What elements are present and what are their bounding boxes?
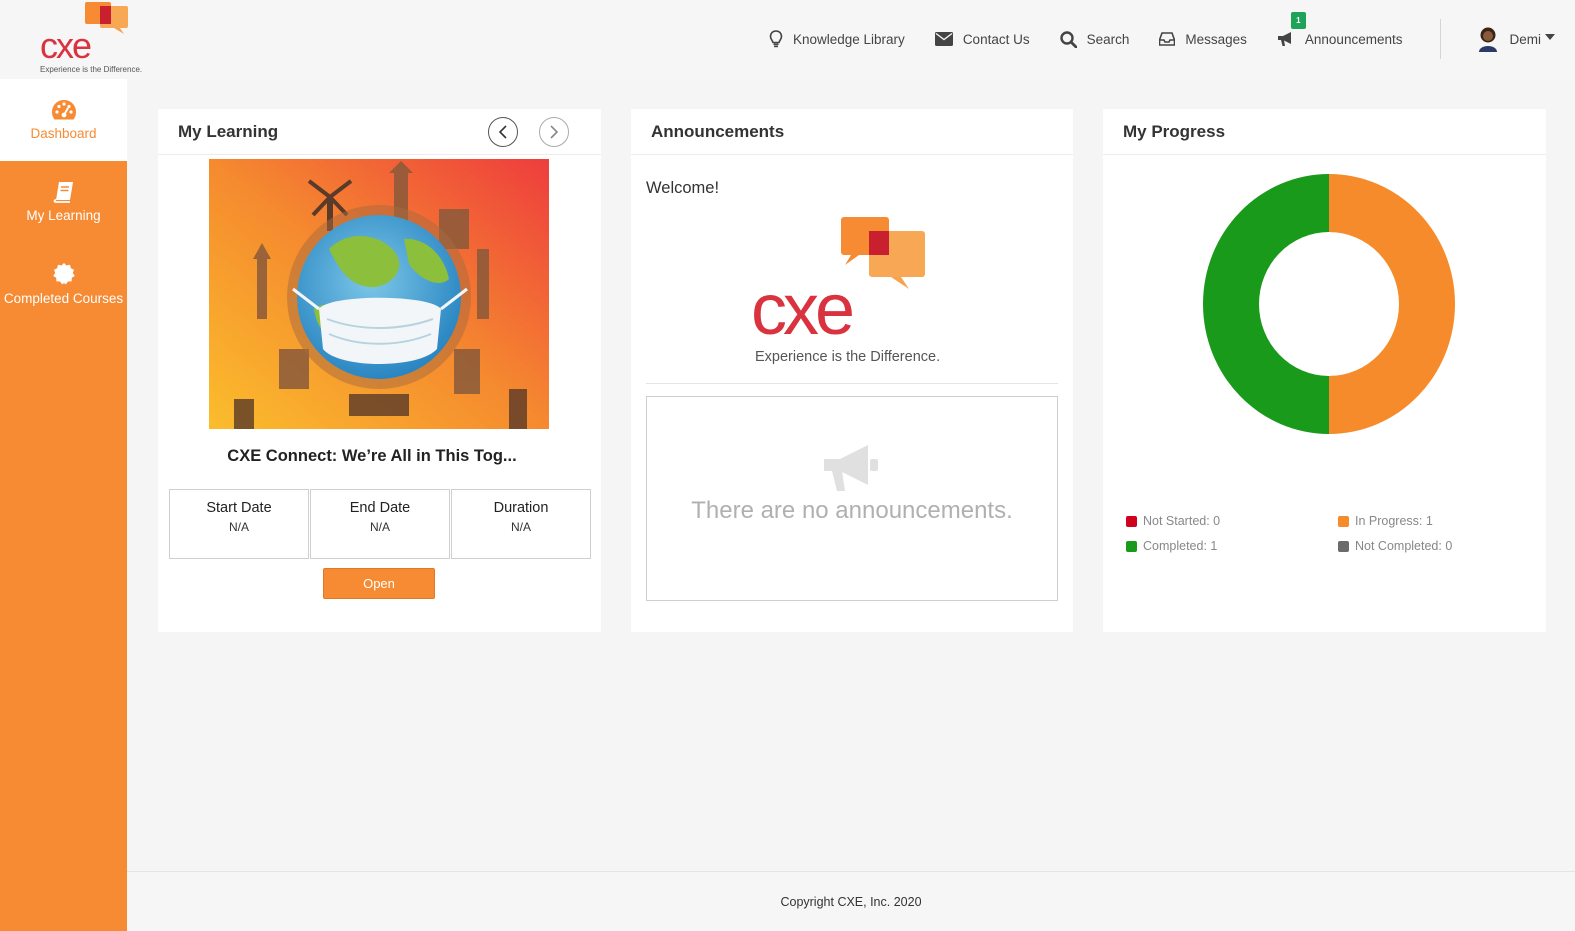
nav-announcements[interactable]: 1 Announcements xyxy=(1277,12,1403,47)
legend-swatch xyxy=(1126,515,1137,527)
nav-knowledge-library[interactable]: Knowledge Library xyxy=(769,30,905,48)
nav-divider xyxy=(1440,19,1442,59)
course-title[interactable]: CXE Connect: We’re All in This Tog... xyxy=(158,447,586,466)
legend-label: Not Started: 0 xyxy=(1143,514,1221,528)
nav-messages-label: Messages xyxy=(1185,31,1247,47)
svg-text:cxe: cxe xyxy=(40,25,91,66)
duration-box: Duration N/A xyxy=(451,489,591,559)
legend-label: In Progress: 1 xyxy=(1355,514,1433,528)
sidebar: Dashboard My Learning Completed Courses xyxy=(0,79,127,931)
sidebar-item-my-learning[interactable]: My Learning xyxy=(0,161,127,243)
end-date-label: End Date xyxy=(349,500,411,516)
copyright-text: Copyright CXE, Inc. 2020 xyxy=(780,895,922,909)
svg-text:cxe: cxe xyxy=(751,270,852,350)
legend-label: Completed: 1 xyxy=(1143,539,1218,553)
cxe-logo[interactable]: cxe Experience is the Difference. xyxy=(38,0,148,78)
my-progress-title: My Progress xyxy=(1123,121,1226,141)
book-icon xyxy=(53,182,73,203)
legend-completed[interactable]: Completed: 1 xyxy=(1126,539,1217,553)
duration-label: Duration xyxy=(493,500,549,516)
svg-text:Experience is the Difference.: Experience is the Difference. xyxy=(40,65,142,74)
my-learning-header: My Learning xyxy=(158,109,601,155)
sidebar-item-label: My Learning xyxy=(26,208,101,223)
sidebar-item-completed-courses[interactable]: Completed Courses xyxy=(0,243,127,325)
legend-not-completed[interactable]: Not Completed: 0 xyxy=(1338,539,1452,553)
announcements-count-badge: 1 xyxy=(1290,12,1306,29)
dashboard-gauge-icon xyxy=(51,100,76,120)
announcements-empty-state: There are no announcements. xyxy=(646,396,1058,601)
legend-not-started[interactable]: Not Started: 0 xyxy=(1126,514,1220,528)
legend-label: Not Completed: 0 xyxy=(1355,539,1453,553)
legend-swatch xyxy=(1338,540,1349,552)
top-navigation: Knowledge Library Contact Us Search Mess… xyxy=(769,0,1575,78)
progress-donut-chart[interactable] xyxy=(1199,172,1459,436)
my-learning-title: My Learning xyxy=(178,121,279,141)
start-date-label: Start Date xyxy=(206,500,272,516)
legend-swatch xyxy=(1338,515,1349,527)
avatar xyxy=(1479,27,1498,52)
nav-knowledge-library-label: Knowledge Library xyxy=(792,31,905,47)
sidebar-item-dashboard[interactable]: Dashboard xyxy=(0,79,127,161)
legend-swatch xyxy=(1126,540,1137,552)
lightbulb-icon xyxy=(769,30,783,48)
user-name: Demi xyxy=(1509,31,1541,47)
user-menu[interactable]: Demi xyxy=(1477,26,1555,52)
envelope-icon xyxy=(934,32,953,46)
donut-slice[interactable] xyxy=(1203,174,1329,434)
megaphone-icon xyxy=(1277,32,1291,46)
announcements-title: Announcements xyxy=(651,121,785,141)
no-announcements-text: There are no announcements. xyxy=(691,497,1013,524)
announcements-header: Announcements xyxy=(631,109,1073,155)
footer: Copyright CXE, Inc. 2020 xyxy=(127,871,1575,931)
my-progress-card: My Progress Not Started: 0 In Progress: … xyxy=(1103,109,1546,632)
nav-contact-us[interactable]: Contact Us xyxy=(934,31,1030,47)
course-thumbnail[interactable] xyxy=(209,159,549,429)
announcements-divider xyxy=(646,383,1058,384)
open-course-button[interactable]: Open xyxy=(323,568,435,599)
chevron-right-icon xyxy=(550,125,559,139)
nav-announcements-label: Announcements xyxy=(1304,31,1403,47)
announcements-card: Announcements Welcome! cxe Experience is… xyxy=(631,109,1073,632)
my-progress-header: My Progress xyxy=(1103,109,1546,155)
end-date-value: N/A xyxy=(369,520,390,534)
svg-text:Experience is the Difference.: Experience is the Difference. xyxy=(755,349,940,365)
welcome-text: Welcome! xyxy=(646,179,720,197)
sidebar-item-label: Dashboard xyxy=(30,126,97,141)
chevron-left-icon xyxy=(498,125,507,139)
nav-messages[interactable]: Messages xyxy=(1159,32,1247,47)
carousel-prev-button[interactable] xyxy=(488,117,518,147)
nav-search-label: Search xyxy=(1086,31,1130,47)
inbox-icon xyxy=(1159,32,1176,46)
start-date-value: N/A xyxy=(228,520,249,534)
sidebar-item-label: Completed Courses xyxy=(3,291,124,306)
start-date-box: Start Date N/A xyxy=(169,489,309,559)
nav-search[interactable]: Search xyxy=(1059,30,1130,48)
top-header: cxe Experience is the Difference. Knowle… xyxy=(0,0,1575,79)
my-learning-card: My Learning CXE Connect: We’re All in Th… xyxy=(158,109,601,632)
duration-value: N/A xyxy=(510,520,531,534)
cxe-announcement-logo: cxe Experience is the Difference. xyxy=(751,217,940,365)
chevron-down-icon xyxy=(1545,34,1555,40)
megaphone-icon xyxy=(824,445,878,491)
search-icon xyxy=(1059,30,1077,48)
certificate-badge-icon xyxy=(52,263,75,285)
legend-in-progress[interactable]: In Progress: 1 xyxy=(1338,514,1433,528)
donut-slice[interactable] xyxy=(1329,174,1455,434)
nav-contact-us-label: Contact Us xyxy=(962,31,1030,47)
end-date-box: End Date N/A xyxy=(310,489,450,559)
carousel-next-button[interactable] xyxy=(539,117,569,147)
